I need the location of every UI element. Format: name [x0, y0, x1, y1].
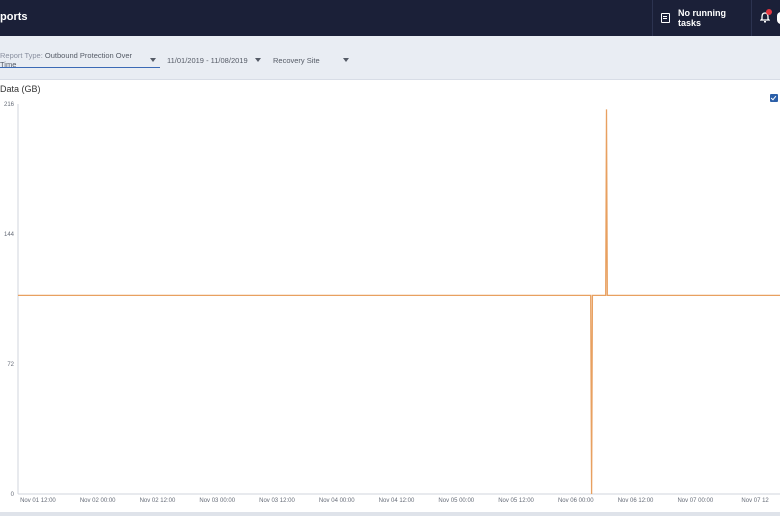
x-tick-label: Nov 03 00:00: [199, 498, 235, 504]
y-axis: 216 144 72 0: [4, 102, 19, 498]
x-tick-label: Nov 01 12:00: [20, 498, 56, 504]
x-tick-label: Nov 03 12:00: [259, 498, 295, 504]
y-tick-label: 72: [7, 362, 14, 368]
x-tick-label: Nov 05 12:00: [498, 498, 534, 504]
x-tick-label: Nov 04 00:00: [319, 498, 355, 504]
x-tick-label: Nov 06 12:00: [618, 498, 654, 504]
x-tick-label: Nov 04 12:00: [379, 498, 415, 504]
x-tick-label: Nov 07 00:00: [677, 498, 713, 504]
x-tick-label: Nov 02 12:00: [140, 498, 176, 504]
x-tick-label: Nov 02 00:00: [80, 498, 116, 504]
bottom-scroll-area: [0, 512, 780, 516]
x-tick-label: Nov 05 00:00: [438, 498, 474, 504]
y-tick-label: 0: [11, 492, 15, 498]
x-tick-label: Nov 07 12: [741, 498, 769, 504]
y-tick-label: 216: [4, 102, 15, 108]
chart-series: [18, 109, 780, 495]
x-axis: Nov 01 12:00 Nov 02 00:00 Nov 02 12:00 Nov …: [18, 493, 780, 504]
line-chart: 216 144 72 0 Nov 01 12:00 Nov 02 00:00 Nov 02…: [4, 102, 780, 504]
y-tick-label: 144: [4, 232, 15, 238]
series-line: [18, 109, 780, 495]
x-tick-label: Nov 06 00:00: [558, 498, 594, 504]
